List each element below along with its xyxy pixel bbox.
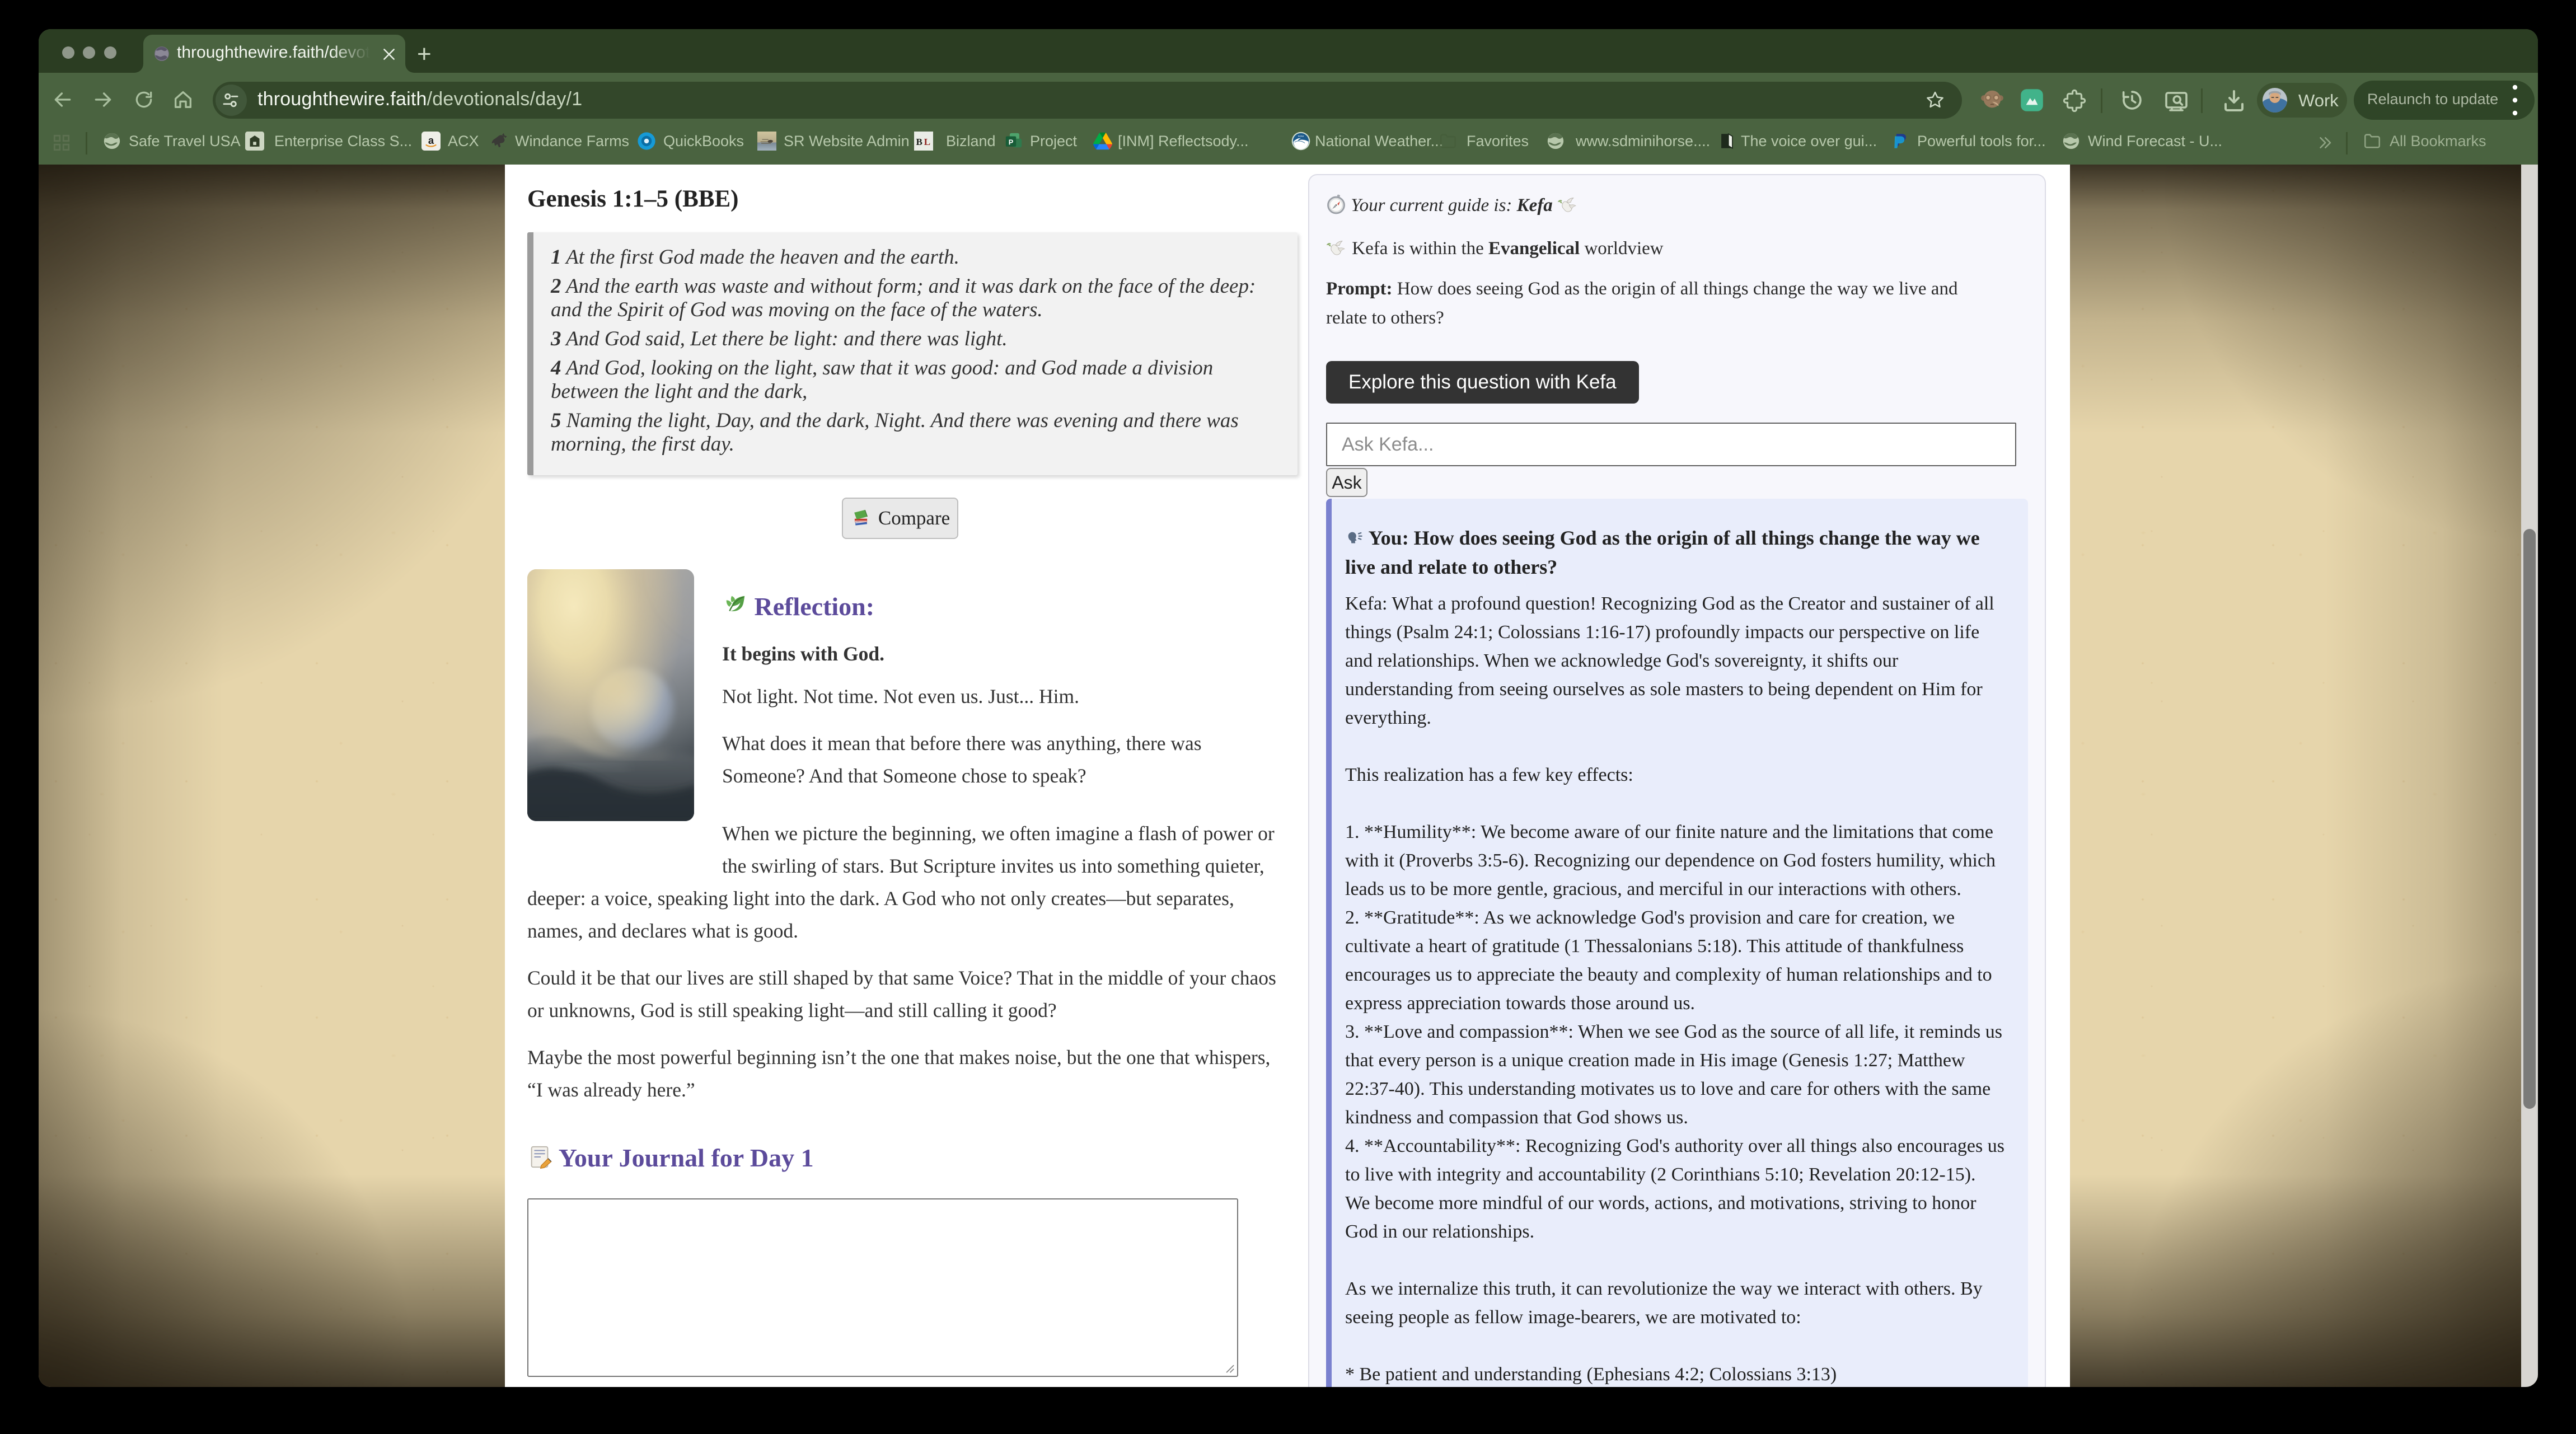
svg-text:NOAA: NOAA (1298, 135, 1304, 138)
svg-text:B: B (916, 137, 922, 147)
svg-text:P: P (1009, 138, 1014, 146)
svg-text:a: a (428, 134, 434, 146)
svg-text:L: L (924, 137, 930, 147)
